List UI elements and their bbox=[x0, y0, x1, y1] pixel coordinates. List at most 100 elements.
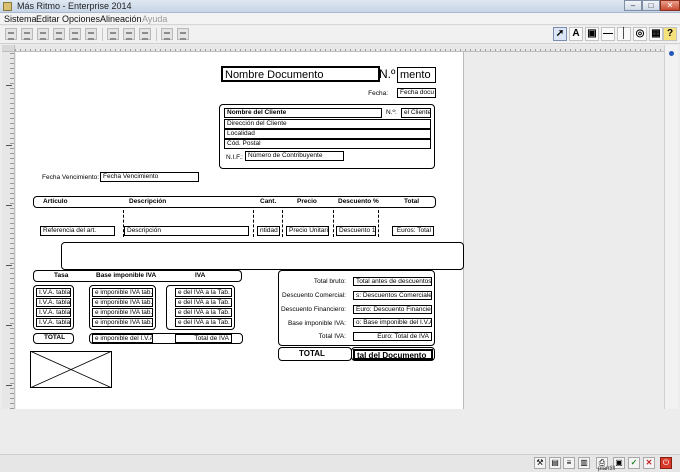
article-ref-field[interactable]: Referencia del art. bbox=[40, 226, 115, 236]
image-placeholder[interactable] bbox=[30, 351, 112, 388]
column-separator bbox=[378, 210, 379, 237]
column-separator bbox=[333, 210, 334, 237]
tax-total-iva-field[interactable]: Total de IVA bbox=[175, 334, 232, 343]
exit-icon[interactable]: ⏻ bbox=[660, 457, 672, 469]
send-back-icon[interactable] bbox=[177, 28, 189, 40]
tax-total-label: TOTAL bbox=[44, 334, 66, 341]
align-left-icon[interactable] bbox=[5, 28, 17, 40]
quantity-field[interactable]: ntidad bbox=[257, 226, 280, 236]
financial-discount-field[interactable]: Euro: Descuento Financiero bbox=[353, 305, 432, 314]
total-iva-field[interactable]: Euro: Total de IVA bbox=[353, 332, 432, 341]
chart-tool-icon[interactable]: ▦ bbox=[649, 27, 663, 41]
text-tool-icon[interactable]: A bbox=[569, 27, 583, 41]
tax-base-4[interactable]: e imponible IVA tab. 4 bbox=[92, 318, 153, 327]
date-field[interactable]: Fecha docu bbox=[397, 88, 436, 98]
grid-icon[interactable]: ▤ bbox=[549, 457, 561, 469]
image-tool-icon[interactable]: ▣ bbox=[585, 27, 599, 41]
unit-price-field[interactable]: Precio Unitario bbox=[286, 226, 329, 236]
tax-base-1[interactable]: e imponible IVA tab. 1 bbox=[92, 288, 153, 297]
tax-total-base-field[interactable]: e imponible del I.V.A. bbox=[92, 334, 153, 343]
tax-base-3[interactable]: e imponible IVA tab. 3 bbox=[92, 308, 153, 317]
tax-col-tasa: Tasa bbox=[54, 272, 69, 279]
maximize-button[interactable]: □ bbox=[642, 0, 660, 11]
align-center-icon[interactable] bbox=[21, 28, 33, 40]
same-width-icon[interactable] bbox=[107, 28, 119, 40]
minimize-button[interactable]: – bbox=[624, 0, 642, 11]
tax-col-base: Base imponible IVA bbox=[96, 272, 157, 279]
tax-iva-2[interactable]: e del IVA a la Tab. 2 bbox=[175, 298, 232, 307]
col-cant: Cant. bbox=[260, 198, 277, 205]
menu-editar[interactable]: Editar bbox=[36, 14, 60, 24]
report-page[interactable]: Nombre Documento N.º mento Fecha: Fecha … bbox=[16, 52, 464, 409]
marker-strip bbox=[664, 45, 678, 409]
status-bar: ⚒ ▤ ≡ ▥ ⎙ ▣ ✓ ✕ ⏻ bbox=[0, 454, 680, 472]
doc-number-field[interactable]: mento bbox=[397, 67, 436, 83]
menu-sistema[interactable]: Sistema bbox=[4, 14, 37, 24]
align-top-icon[interactable] bbox=[53, 28, 65, 40]
status-tooltip: plantill bbox=[598, 466, 616, 472]
shape-tool-icon[interactable]: ◎ bbox=[633, 27, 647, 41]
client-name-field[interactable]: Nombre del Cliente bbox=[224, 108, 382, 118]
bring-front-icon[interactable] bbox=[161, 28, 173, 40]
accept-icon[interactable]: ✓ bbox=[628, 457, 640, 469]
same-size-icon[interactable] bbox=[139, 28, 151, 40]
menu-ayuda[interactable]: Ayuda bbox=[142, 14, 167, 24]
total-iva-label: Total IVA: bbox=[318, 333, 346, 340]
tax-iva-3[interactable]: e del IVA a la Tab. 3 bbox=[175, 308, 232, 317]
taxable-base-field[interactable]: o: Base imponible del I.V.A. bbox=[353, 318, 432, 327]
line-total-field[interactable]: Euros: Total bbox=[392, 226, 434, 236]
close-button[interactable]: ✕ bbox=[660, 0, 680, 11]
due-date-field[interactable]: Fecha Vencimiento bbox=[100, 172, 199, 182]
gross-total-field[interactable]: Total antes de descuentos bbox=[353, 277, 432, 286]
help-tool-icon[interactable]: ? bbox=[663, 27, 677, 41]
tools-icon[interactable]: ⚒ bbox=[534, 457, 546, 469]
taxable-base-label: Base imponible IVA: bbox=[287, 320, 346, 327]
client-city-field[interactable]: Localidad bbox=[224, 129, 431, 139]
marker-icon[interactable] bbox=[669, 51, 674, 56]
tax-rate-2[interactable]: I.V.A. tabla 2 bbox=[36, 298, 71, 307]
nif-field[interactable]: Número de Contribuyente bbox=[245, 151, 344, 161]
app-icon bbox=[3, 2, 12, 11]
client-postal-field[interactable]: Cód. Postal bbox=[224, 139, 431, 149]
align-middle-icon[interactable] bbox=[69, 28, 81, 40]
grand-total-field[interactable]: tal del Documento bbox=[353, 349, 433, 360]
nif-label: N.I.F.: bbox=[226, 154, 243, 161]
client-number-field[interactable]: el Cliente bbox=[401, 108, 431, 118]
due-date-label: Fecha Vencimiento: bbox=[42, 174, 100, 181]
doc-name-field[interactable]: Nombre Documento bbox=[221, 66, 380, 82]
commercial-discount-field[interactable]: s: Descuentos Comerciales bbox=[353, 291, 432, 300]
horizontal-ruler bbox=[15, 45, 664, 52]
tax-col-iva: IVA bbox=[195, 272, 206, 279]
menu-alineacion[interactable]: Alineación bbox=[100, 14, 142, 24]
column-separator bbox=[282, 210, 283, 237]
pointer-tool-icon[interactable]: ➚ bbox=[553, 27, 567, 41]
tax-rate-3[interactable]: I.V.A. tabla 3 bbox=[36, 308, 71, 317]
title-bar: Más Ritmo - Enterprise 2014 – □ ✕ bbox=[0, 0, 680, 13]
commercial-discount-label: Descuento Comercial: bbox=[282, 292, 346, 299]
vertical-ruler bbox=[2, 45, 15, 409]
tax-rate-4[interactable]: I.V.A. tabla 4 bbox=[36, 318, 71, 327]
chart-icon[interactable]: ▥ bbox=[578, 457, 590, 469]
cancel-icon[interactable]: ✕ bbox=[643, 457, 655, 469]
line-tool-icon[interactable]: — bbox=[601, 27, 615, 41]
doc-number-label: N.º bbox=[379, 67, 396, 81]
discount-field[interactable]: Descuento 1 bbox=[336, 226, 376, 236]
menu-opciones[interactable]: Opciones bbox=[62, 14, 100, 24]
description-field[interactable]: Descripción bbox=[124, 226, 249, 236]
align-bottom-icon[interactable] bbox=[85, 28, 97, 40]
tax-iva-1[interactable]: e del IVA a la Tab. 1 bbox=[175, 288, 232, 297]
date-label: Fecha: bbox=[368, 90, 388, 97]
list-icon[interactable]: ≡ bbox=[563, 457, 575, 469]
grand-total-label: TOTAL bbox=[299, 349, 325, 358]
tax-rate-1[interactable]: I.V.A. tabla 1 bbox=[36, 288, 71, 297]
col-descuento: Descuento % bbox=[338, 198, 379, 205]
tax-base-2[interactable]: e imponible IVA tab. 2 bbox=[92, 298, 153, 307]
align-right-icon[interactable] bbox=[37, 28, 49, 40]
client-address-field[interactable]: Dirección del Cliente bbox=[224, 119, 431, 129]
col-descripcion: Descripción bbox=[129, 198, 167, 205]
gross-total-label: Total bruto: bbox=[313, 278, 346, 285]
same-height-icon[interactable] bbox=[123, 28, 135, 40]
vertical-line-tool-icon[interactable]: │ bbox=[617, 27, 631, 41]
notes-box[interactable] bbox=[61, 242, 464, 270]
tax-iva-4[interactable]: e del IVA a la Tab. 4 bbox=[175, 318, 232, 327]
